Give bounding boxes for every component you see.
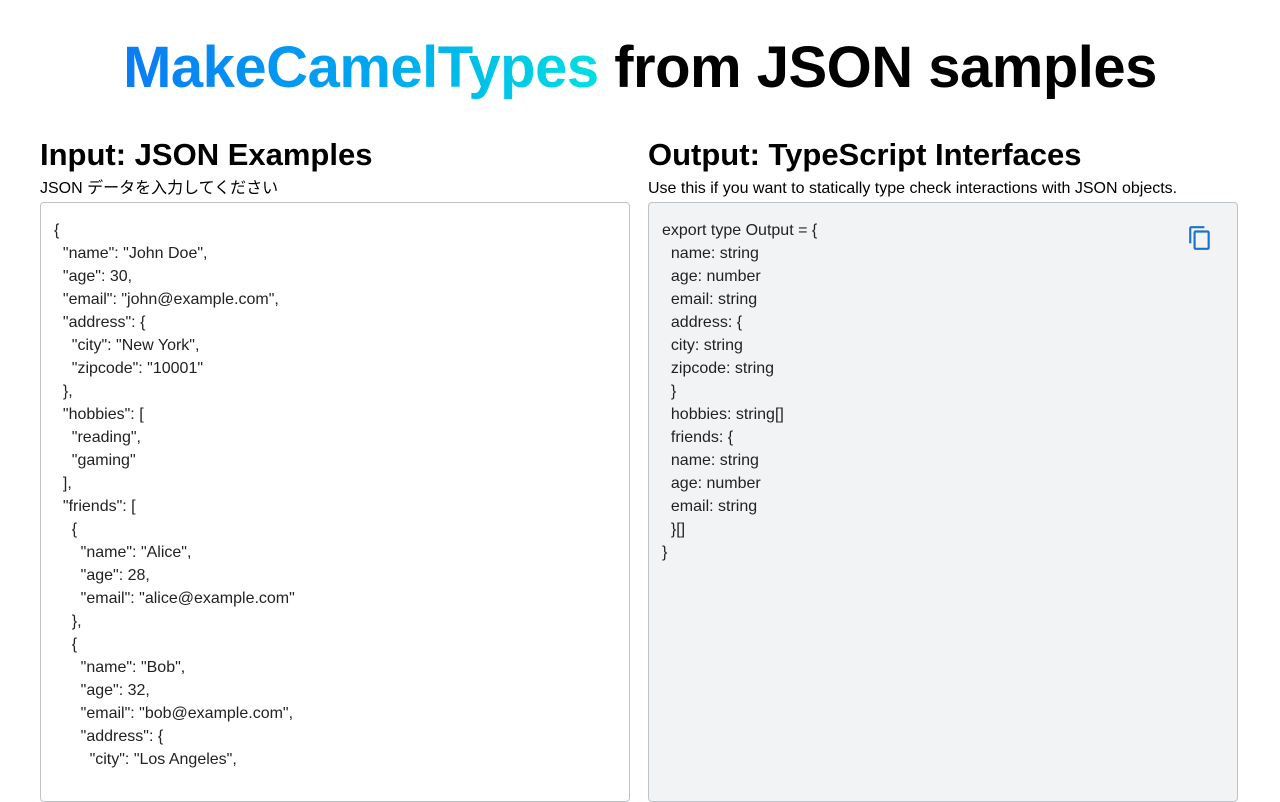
output-panel-title: Output: TypeScript Interfaces: [648, 137, 1082, 172]
output-description: Use this if you want to statically type …: [648, 180, 1178, 197]
input-placeholder-label: JSON データを入力してください: [40, 180, 279, 197]
page-title: MakeCamelTypes from JSON samples: [0, 30, 1280, 106]
typescript-output-box: export type Output = { name: string age:…: [648, 202, 1238, 802]
typescript-output[interactable]: export type Output = { name: string age:…: [649, 203, 1237, 801]
title-rest: from JSON samples: [598, 35, 1157, 100]
copy-icon: [1189, 226, 1210, 250]
json-input[interactable]: [41, 203, 629, 801]
input-panel-title: Input: JSON Examples: [40, 137, 373, 172]
copy-button[interactable]: [1187, 225, 1213, 251]
output-panel: Output: TypeScript Interfaces Use this i…: [648, 136, 1240, 802]
brand-name: MakeCamelTypes: [123, 35, 599, 100]
input-panel: Input: JSON Examples JSON データを入力してください: [40, 136, 632, 802]
json-input-box: [40, 202, 630, 802]
